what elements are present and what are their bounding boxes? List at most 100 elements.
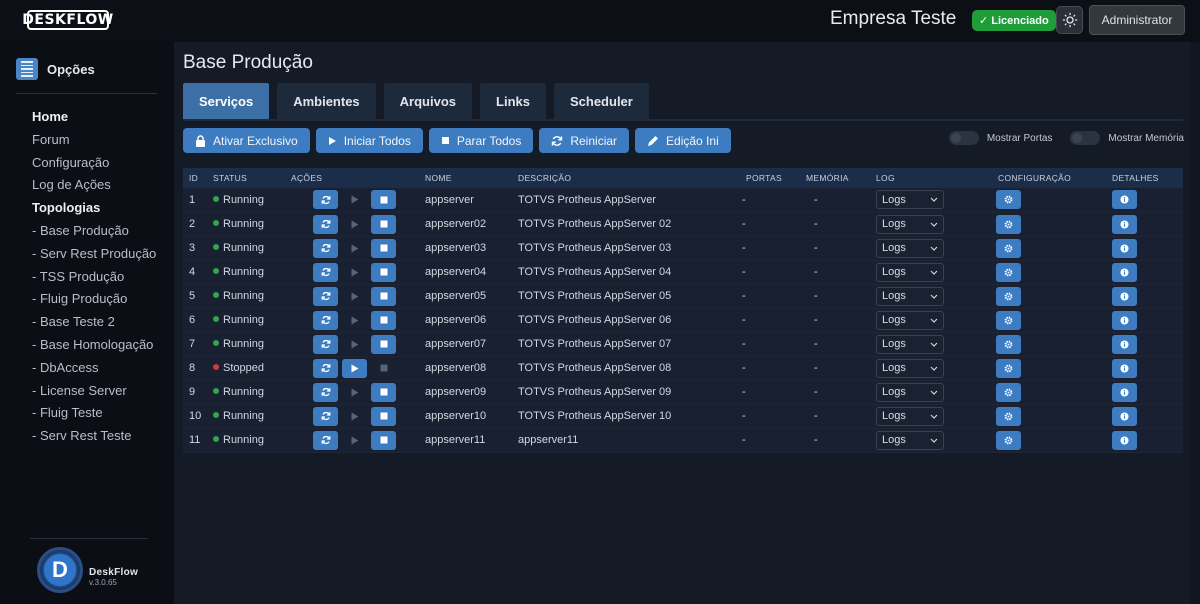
app-logo[interactable]: DESKFLOW bbox=[22, 10, 113, 30]
log-select[interactable]: Logs bbox=[876, 406, 944, 426]
config-button[interactable] bbox=[996, 214, 1021, 234]
start-service-button[interactable] bbox=[342, 431, 367, 450]
log-select[interactable]: Logs bbox=[876, 334, 944, 354]
restart-service-button[interactable] bbox=[313, 310, 338, 330]
details-button[interactable] bbox=[1112, 310, 1137, 330]
sidebar-item[interactable]: - Serv Rest Produção bbox=[32, 243, 156, 266]
start-service-button[interactable] bbox=[342, 311, 367, 330]
details-button[interactable] bbox=[1112, 334, 1137, 354]
sidebar-item[interactable]: Forum bbox=[32, 129, 156, 152]
stop-service-button[interactable] bbox=[371, 238, 396, 258]
stop-service-button[interactable] bbox=[371, 262, 396, 282]
restart-service-button[interactable] bbox=[313, 238, 338, 258]
log-select[interactable]: Logs bbox=[876, 262, 944, 282]
sidebar-item[interactable]: Topologias bbox=[32, 197, 156, 220]
sidebar-item[interactable]: - TSS Produção bbox=[32, 266, 156, 289]
start-service-button[interactable] bbox=[342, 263, 367, 282]
details-button[interactable] bbox=[1112, 214, 1137, 234]
config-button[interactable] bbox=[996, 382, 1021, 402]
details-button[interactable] bbox=[1112, 190, 1137, 210]
config-button[interactable] bbox=[996, 430, 1021, 450]
sidebar-item[interactable]: Log de Ações bbox=[32, 174, 156, 197]
sidebar-item[interactable]: Home bbox=[32, 106, 156, 129]
stop-service-button[interactable] bbox=[371, 406, 396, 426]
list-icon[interactable] bbox=[16, 58, 38, 80]
restart-service-button[interactable] bbox=[313, 382, 338, 402]
config-button[interactable] bbox=[996, 406, 1021, 426]
theme-toggle-button[interactable] bbox=[1056, 6, 1083, 34]
tab-item[interactable]: Links bbox=[480, 83, 546, 119]
details-button[interactable] bbox=[1112, 238, 1137, 258]
stop-service-button[interactable] bbox=[371, 430, 396, 450]
stop-service-button[interactable] bbox=[371, 214, 396, 234]
stop-service-button[interactable] bbox=[371, 359, 396, 378]
details-button[interactable] bbox=[1112, 358, 1137, 378]
show-ports-toggle[interactable]: Mostrar Portas bbox=[948, 131, 1052, 145]
stop-service-button[interactable] bbox=[371, 382, 396, 402]
restart-button[interactable]: Reiniciar bbox=[539, 128, 630, 153]
details-button[interactable] bbox=[1112, 262, 1137, 282]
start-service-button[interactable] bbox=[342, 287, 367, 306]
start-service-button[interactable] bbox=[342, 407, 367, 426]
show-memory-toggle[interactable]: Mostrar Memória bbox=[1070, 131, 1184, 145]
sidebar-item[interactable]: Configuração bbox=[32, 152, 156, 175]
log-select[interactable]: Logs bbox=[876, 214, 944, 234]
start-all-button[interactable]: Iniciar Todos bbox=[315, 128, 423, 153]
details-button[interactable] bbox=[1112, 382, 1137, 402]
log-select[interactable]: Logs bbox=[876, 190, 944, 210]
restart-service-button[interactable] bbox=[313, 406, 338, 426]
config-button[interactable] bbox=[996, 262, 1021, 282]
start-service-button[interactable] bbox=[342, 239, 367, 258]
user-menu-button[interactable]: Administrator bbox=[1089, 5, 1185, 35]
edit-ini-button[interactable]: Edição Ini bbox=[635, 128, 731, 153]
tab-item[interactable]: Ambientes bbox=[277, 83, 376, 119]
sidebar-item[interactable]: - Fluig Produção bbox=[32, 288, 156, 311]
details-button[interactable] bbox=[1112, 406, 1137, 426]
activate-exclusive-button[interactable]: Ativar Exclusivo bbox=[183, 128, 310, 153]
log-select[interactable]: Logs bbox=[876, 382, 944, 402]
sidebar-item[interactable]: - Base Homologação bbox=[32, 334, 156, 357]
show-ports-switch[interactable] bbox=[948, 131, 979, 145]
show-memory-switch[interactable] bbox=[1070, 131, 1101, 145]
stop-service-button[interactable] bbox=[371, 190, 396, 210]
sidebar-item[interactable]: - Serv Rest Teste bbox=[32, 425, 156, 448]
stop-all-button[interactable]: Parar Todos bbox=[428, 128, 534, 153]
start-service-button[interactable] bbox=[342, 383, 367, 402]
restart-service-button[interactable] bbox=[313, 430, 338, 450]
config-button[interactable] bbox=[996, 310, 1021, 330]
restart-service-button[interactable] bbox=[313, 334, 338, 354]
sidebar-item[interactable]: - Base Teste 2 bbox=[32, 311, 156, 334]
start-service-button[interactable] bbox=[342, 190, 367, 209]
sidebar-item[interactable]: - License Server bbox=[32, 380, 156, 403]
row-name: appserver05 bbox=[419, 284, 512, 309]
config-button[interactable] bbox=[996, 358, 1021, 378]
details-button[interactable] bbox=[1112, 286, 1137, 306]
stop-service-button[interactable] bbox=[371, 334, 396, 354]
restart-service-button[interactable] bbox=[313, 262, 338, 282]
start-service-button[interactable] bbox=[342, 215, 367, 234]
sidebar-item[interactable]: - Base Produção bbox=[32, 220, 156, 243]
tab-item[interactable]: Scheduler bbox=[553, 83, 649, 119]
start-service-button[interactable] bbox=[342, 358, 367, 378]
restart-service-button[interactable] bbox=[313, 214, 338, 234]
log-select[interactable]: Logs bbox=[876, 238, 944, 258]
sidebar-item[interactable]: - DbAccess bbox=[32, 357, 156, 380]
sidebar-item[interactable]: - Fluig Teste bbox=[32, 402, 156, 425]
log-select[interactable]: Logs bbox=[876, 286, 944, 306]
config-button[interactable] bbox=[996, 334, 1021, 354]
tab-item[interactable]: Serviços bbox=[183, 83, 270, 119]
config-button[interactable] bbox=[996, 286, 1021, 306]
config-button[interactable] bbox=[996, 238, 1021, 258]
stop-service-button[interactable] bbox=[371, 286, 396, 306]
log-select[interactable]: Logs bbox=[876, 358, 944, 378]
config-button[interactable] bbox=[996, 190, 1021, 210]
restart-service-button[interactable] bbox=[313, 190, 338, 210]
log-select[interactable]: Logs bbox=[876, 430, 944, 450]
restart-service-button[interactable] bbox=[313, 286, 338, 306]
tab-item[interactable]: Arquivos bbox=[383, 83, 473, 119]
start-service-button[interactable] bbox=[342, 335, 367, 354]
stop-service-button[interactable] bbox=[371, 310, 396, 330]
details-button[interactable] bbox=[1112, 430, 1137, 450]
restart-service-button[interactable] bbox=[313, 358, 338, 378]
log-select[interactable]: Logs bbox=[876, 310, 944, 330]
